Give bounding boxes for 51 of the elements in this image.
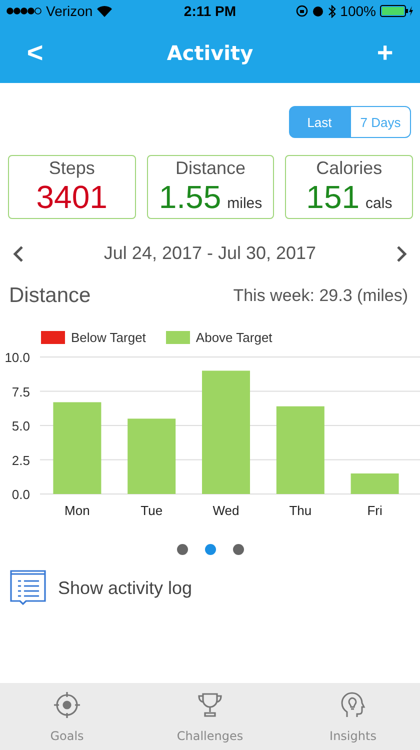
alarm-clock-icon (312, 5, 324, 17)
list-icon (10, 569, 46, 607)
activity-log-link[interactable]: Show activity log (0, 555, 420, 607)
battery-charging-icon (380, 5, 414, 17)
weekly-total: This week: 29.3 (miles) (233, 286, 408, 306)
stat-value: 1.55 (158, 179, 222, 216)
axis-category-label: Fri (367, 503, 382, 518)
back-button[interactable]: < (20, 36, 50, 68)
page-indicator-dot[interactable] (176, 544, 188, 555)
stat-label: Steps (48, 158, 95, 179)
axis-category-label: Tue (140, 503, 163, 518)
axis-category-label: Mon (64, 503, 90, 518)
stat-label: Calories (316, 158, 382, 179)
tab-bar-item[interactable]: Goals (12, 683, 122, 750)
date-range: Jul 24, 2017 - Jul 30, 2017 (104, 243, 316, 264)
section-title: Distance (9, 284, 91, 308)
axis-tick-label: 7.5 (12, 384, 30, 400)
axis-category-label: Wed (212, 503, 240, 518)
wifi-icon (96, 6, 112, 16)
stat-unit: miles (227, 195, 262, 212)
axis-tick-label: 10.0 (4, 350, 30, 365)
stat-value: 3401 (36, 179, 108, 216)
signal-icon (6, 7, 42, 15)
tab-bar-item[interactable]: Challenges (155, 683, 265, 750)
tab-bar-item[interactable]: Insights (298, 683, 408, 750)
next-week-button[interactable] (396, 244, 408, 262)
add-button[interactable]: + (370, 36, 400, 68)
target-icon (53, 691, 81, 719)
page-indicator-dot[interactable] (232, 544, 244, 555)
axis-tick-label: 0.0 (12, 487, 30, 502)
lock-rotation-icon (296, 5, 308, 17)
previous-week-button[interactable] (12, 244, 24, 262)
screen-title: Activity (166, 40, 254, 64)
range-toggle-option[interactable]: 7 Days (350, 106, 411, 138)
status-time: 2:11 PM (184, 3, 236, 19)
range-toggle-option[interactable]: Last (289, 106, 350, 138)
stat-value: 151 (306, 179, 360, 216)
stat-unit: cals (366, 195, 392, 212)
legend-label: Below Target (71, 330, 146, 345)
head-lightbulb-icon (339, 691, 367, 719)
bluetooth-icon (328, 4, 336, 18)
axis-category-label: Thu (289, 503, 312, 518)
axis-tick-label: 5.0 (12, 418, 30, 434)
page-indicator-dot[interactable] (204, 544, 216, 555)
legend-label: Above Target (196, 330, 272, 345)
bar (350, 473, 399, 494)
carrier-name: Verizon (46, 3, 93, 19)
axis-tick-label: 2.5 (12, 452, 30, 468)
trophy-icon (196, 691, 224, 719)
battery-percentage: 100% (340, 3, 376, 19)
stat-label: Distance (175, 158, 246, 179)
